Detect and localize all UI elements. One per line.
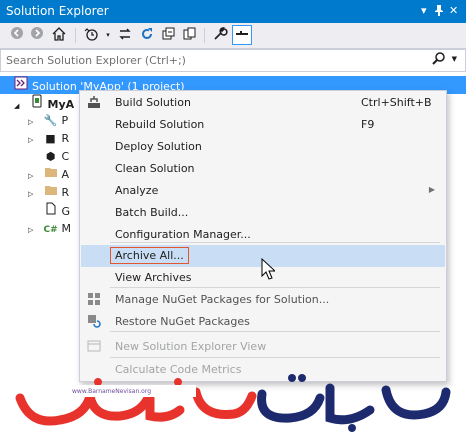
- search-options-dropdown-icon[interactable]: ▼: [452, 55, 457, 63]
- tree-item-label: G: [61, 205, 71, 218]
- tree-item-label: R: [61, 132, 70, 145]
- nuget-icon: [86, 292, 102, 308]
- csharp-file-icon: C#: [43, 225, 58, 235]
- search-input[interactable]: Search Solution Explorer (Ctrl+;): [6, 54, 186, 67]
- solution-explorer-titlebar: Solution Explorer ▾ ✕: [0, 0, 466, 23]
- project-label: MyA: [47, 98, 75, 111]
- folder-icon: [44, 166, 58, 184]
- new-view-icon: [86, 339, 102, 355]
- toolbar: ▾: [0, 23, 466, 49]
- preview-icon[interactable]: [232, 25, 252, 45]
- menu-item-new-solution-explorer-view[interactable]: New Solution Explorer View: [81, 336, 445, 358]
- file-icon: [44, 202, 58, 221]
- show-all-files-icon[interactable]: [181, 26, 199, 44]
- submenu-arrow-icon: ▶: [428, 185, 435, 194]
- collapsed-arrow-icon[interactable]: ▷: [28, 221, 40, 239]
- properties-wrench-icon: 🔧: [43, 114, 58, 127]
- tree-project-node[interactable]: ◢ MyA: [14, 94, 74, 112]
- tree-item[interactable]: ▷ ■ R: [28, 130, 69, 148]
- solution-icon: [14, 76, 28, 96]
- expanded-arrow-icon[interactable]: ◢: [14, 97, 26, 115]
- window-title: Solution Explorer: [6, 4, 109, 18]
- history-dropdown-icon[interactable]: ▾: [99, 26, 117, 44]
- restore-icon: [86, 314, 102, 330]
- dropdown-icon[interactable]: ▾: [421, 4, 427, 17]
- back-icon[interactable]: [8, 26, 26, 44]
- menu-item-analyze[interactable]: Analyze ▶: [81, 180, 445, 202]
- tree-item-label: M: [61, 222, 72, 235]
- sync-icon[interactable]: [116, 26, 134, 44]
- barnamenevisan-logo: [15, 374, 451, 432]
- refresh-icon[interactable]: [138, 26, 156, 44]
- package-icon: ⬢: [45, 150, 56, 163]
- history-icon[interactable]: [82, 26, 100, 44]
- collapsed-arrow-icon[interactable]: ▷: [28, 113, 40, 131]
- tree-item[interactable]: G: [28, 202, 70, 220]
- tree-item[interactable]: ⬢ C: [28, 148, 70, 166]
- references-icon: ■: [45, 132, 56, 145]
- menu-item-deploy-solution[interactable]: Deploy Solution: [81, 136, 445, 158]
- watermark-logo: www.BarnameNevisan.org: [0, 368, 466, 436]
- tree-item[interactable]: ▷ R: [28, 184, 69, 202]
- menu-item-manage-nuget[interactable]: Manage NuGet Packages for Solution...: [81, 289, 445, 311]
- close-icon[interactable]: ✕: [449, 4, 458, 17]
- collapse-all-icon[interactable]: [160, 26, 178, 44]
- tree-item-label: P: [61, 114, 69, 127]
- forward-icon[interactable]: [28, 26, 46, 44]
- collapsed-arrow-icon[interactable]: ▷: [28, 131, 40, 149]
- pin-icon[interactable]: [434, 4, 444, 19]
- home-icon[interactable]: [50, 26, 68, 44]
- build-icon: [86, 95, 102, 111]
- menu-item-restore-nuget[interactable]: Restore NuGet Packages: [81, 311, 445, 333]
- project-icon: [30, 94, 44, 114]
- menu-item-batch-build[interactable]: Batch Build...: [81, 202, 445, 224]
- search-box[interactable]: Search Solution Explorer (Ctrl+;) ▼: [0, 49, 466, 72]
- tree-item[interactable]: ▷ C# M: [28, 220, 71, 238]
- tree-item[interactable]: ▷ A: [28, 166, 69, 184]
- tree-item-label: C: [61, 150, 70, 163]
- menu-item-rebuild-solution[interactable]: Rebuild Solution F9: [81, 114, 445, 136]
- mouse-cursor-icon: [261, 258, 275, 280]
- menu-separator: [110, 242, 440, 243]
- menu-separator: [110, 331, 440, 332]
- collapsed-arrow-icon[interactable]: ▷: [28, 185, 40, 203]
- menu-separator: [110, 357, 440, 358]
- search-icon[interactable]: [432, 52, 445, 70]
- menu-separator: [110, 287, 440, 288]
- menu-item-clean-solution[interactable]: Clean Solution: [81, 158, 445, 180]
- folder-icon: [44, 184, 58, 202]
- watermark-domain: www.BarnameNevisan.org: [72, 388, 151, 395]
- properties-icon[interactable]: [211, 26, 229, 44]
- collapsed-arrow-icon[interactable]: ▷: [28, 167, 40, 185]
- tree-item-label: R: [61, 186, 70, 199]
- tree-item[interactable]: ▷ 🔧 P: [28, 112, 68, 130]
- tree-item-label: A: [61, 168, 70, 181]
- context-menu: Build Solution Ctrl+Shift+B Rebuild Solu…: [79, 90, 447, 382]
- menu-item-build-solution[interactable]: Build Solution Ctrl+Shift+B: [81, 92, 445, 114]
